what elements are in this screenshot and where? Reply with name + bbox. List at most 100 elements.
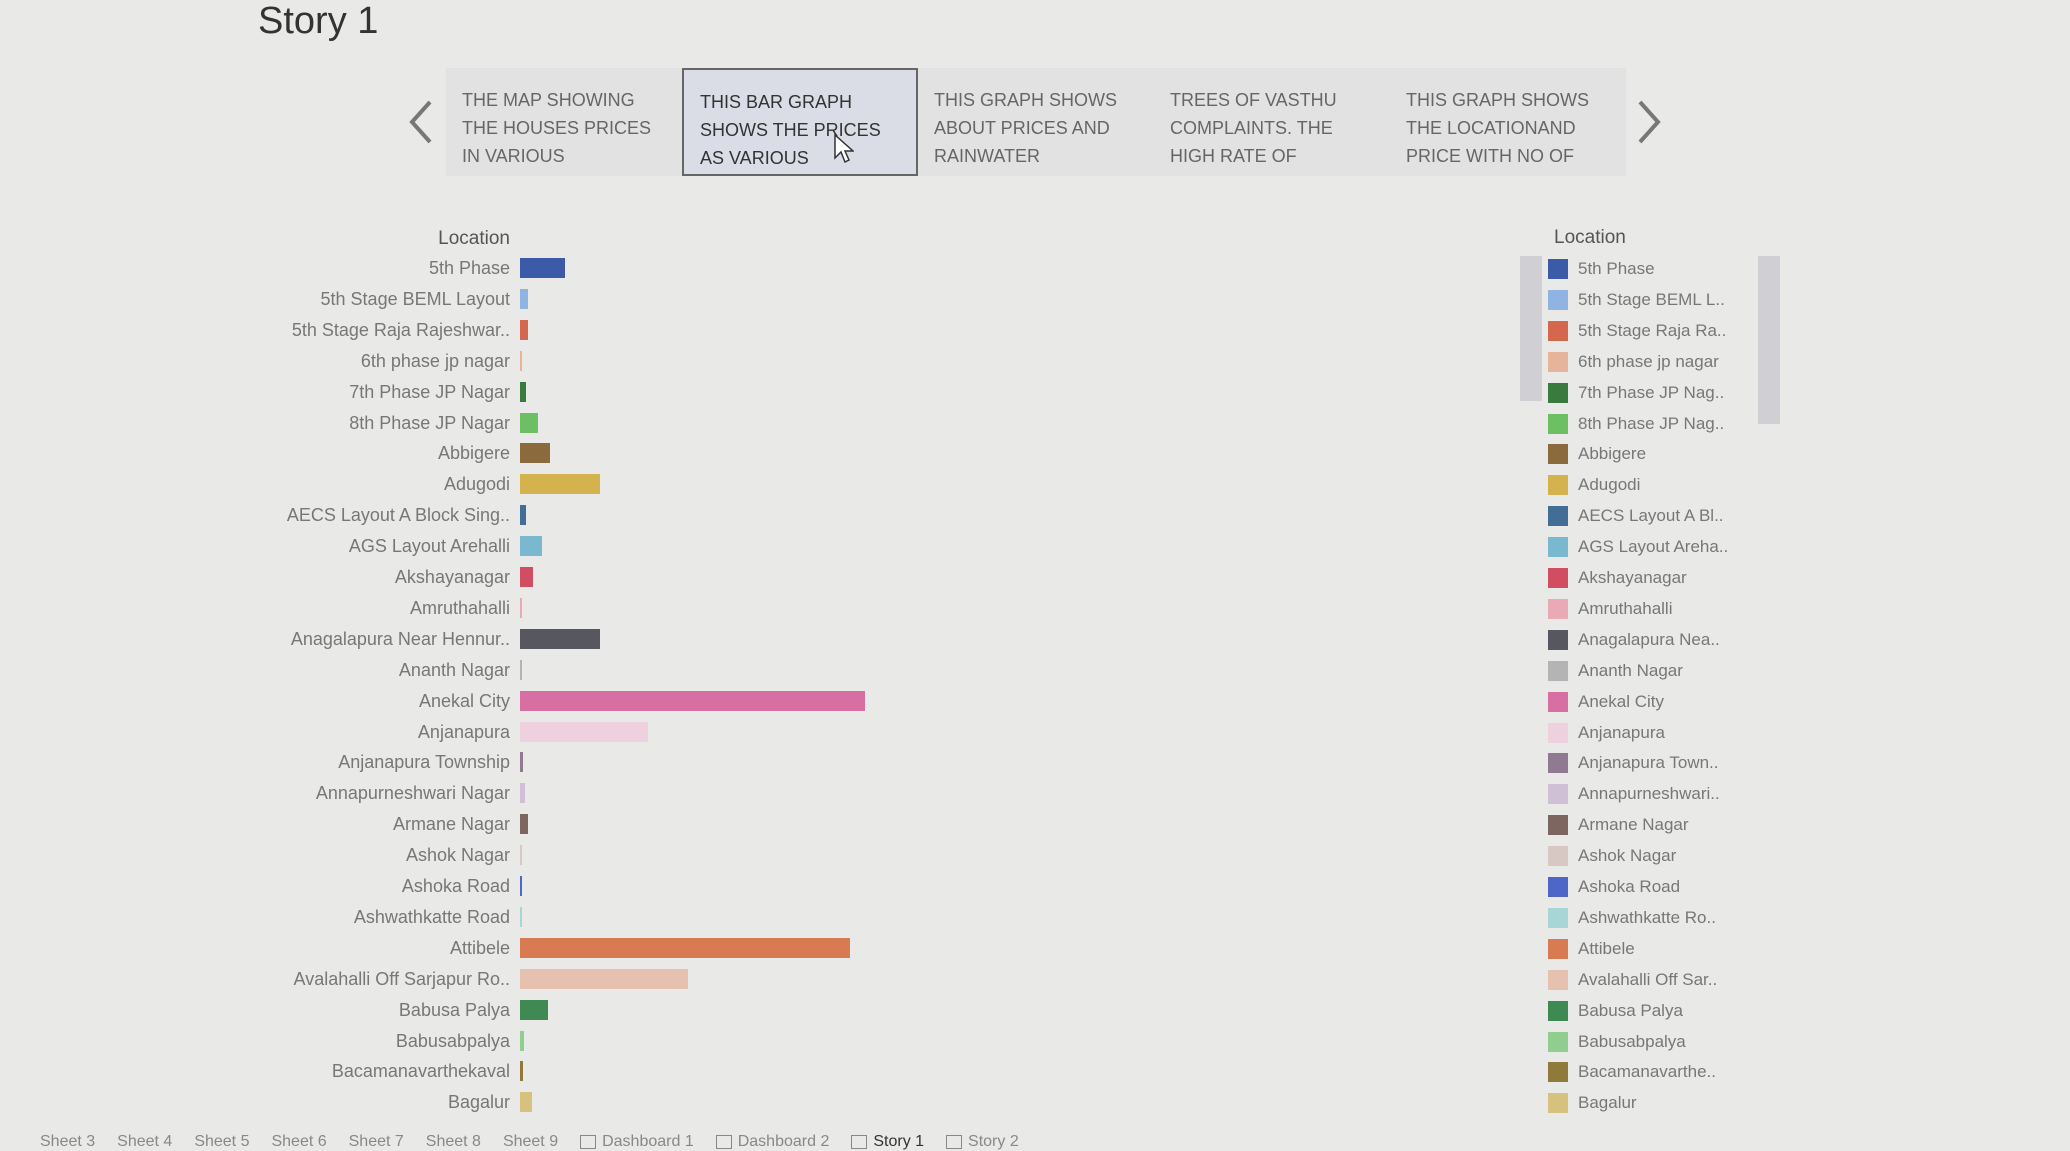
sheet-tab[interactable]: Sheet 6	[271, 1132, 326, 1151]
story-point-5[interactable]: THIS GRAPH SHOWS THE LOCATIONAND PRICE W…	[1390, 68, 1626, 176]
legend-item[interactable]: 5th Stage Raja Ra..	[1548, 320, 1726, 342]
bar[interactable]	[520, 937, 850, 958]
bar[interactable]	[520, 690, 865, 711]
bar[interactable]	[520, 752, 523, 773]
sheet-tab[interactable]: Sheet 7	[349, 1132, 404, 1151]
category-label: Ashok Nagar	[405, 845, 510, 866]
bar[interactable]	[520, 505, 526, 526]
category-label: Armane Nagar	[392, 814, 510, 835]
category-label: Anekal City	[418, 690, 510, 711]
bar[interactable]	[520, 597, 522, 618]
legend-item[interactable]: Abbigere	[1548, 443, 1646, 465]
bar[interactable]	[520, 999, 548, 1020]
legend-item[interactable]: 5th Stage BEML L..	[1548, 289, 1725, 311]
bar[interactable]	[520, 258, 565, 278]
bar[interactable]	[520, 628, 600, 649]
bar[interactable]	[520, 1061, 523, 1082]
legend-item[interactable]: Babusabpalya	[1548, 1031, 1686, 1053]
legend-item[interactable]: 6th phase jp nagar	[1548, 351, 1719, 373]
legend-swatch	[1548, 877, 1568, 897]
legend-item[interactable]: Babusa Palya	[1548, 1000, 1683, 1022]
category-label: AGS Layout Arehalli	[348, 536, 510, 557]
legend-item[interactable]: Amruthahalli	[1548, 598, 1673, 620]
bar[interactable]	[520, 288, 528, 309]
bar[interactable]	[520, 350, 522, 371]
bar[interactable]	[520, 845, 522, 866]
legend-item[interactable]: 7th Phase JP Nag..	[1548, 382, 1724, 404]
sheet-tab[interactable]: Sheet 5	[194, 1132, 249, 1151]
mouse-pointer-icon	[834, 133, 855, 164]
sheet-tab[interactable]: Story 2	[946, 1132, 1019, 1151]
category-label: Bagalur	[447, 1092, 510, 1113]
story-point-2[interactable]: THIS BAR GRAPH SHOWS THE PRICES AS VARIO…	[682, 68, 918, 176]
sheet-tab-label: Dashboard 1	[602, 1132, 694, 1150]
category-label: Anjanapura	[417, 721, 510, 742]
legend-scrollbar[interactable]	[1758, 256, 1780, 424]
legend-item[interactable]: Ashwathkatte Ro..	[1548, 907, 1716, 929]
sheet-tab[interactable]: Sheet 4	[117, 1132, 172, 1151]
sheet-tab-label: Sheet 9	[502, 1132, 559, 1150]
category-label: 8th Phase JP Nagar	[349, 412, 510, 433]
legend-item[interactable]: Armane Nagar	[1548, 814, 1689, 836]
legend-swatch	[1548, 938, 1568, 959]
legend-item[interactable]: Bacamanavarthe..	[1548, 1061, 1716, 1083]
bar[interactable]	[520, 474, 600, 495]
legend-item[interactable]: Annapurneshwari..	[1548, 783, 1720, 805]
sheet-tab[interactable]: Sheet 9	[503, 1132, 558, 1151]
chart-scrollbar[interactable]	[1520, 256, 1542, 401]
legend-item[interactable]: 8th Phase JP Nag..	[1548, 413, 1724, 435]
bar[interactable]	[520, 412, 538, 433]
bar[interactable]	[520, 319, 528, 340]
story-point-4[interactable]: TREES OF VASTHU COMPLAINTS. THE HIGH RAT…	[1154, 68, 1390, 176]
legend-item[interactable]: 5th Phase	[1548, 258, 1655, 280]
sheet-tab[interactable]: Dashboard 2	[715, 1132, 829, 1151]
bar[interactable]	[520, 567, 533, 587]
legend-swatch	[1548, 660, 1568, 681]
bar[interactable]	[520, 1030, 524, 1051]
legend-label: Annapurneshwari..	[1578, 784, 1720, 804]
legend-label: Ananth Nagar	[1578, 660, 1683, 680]
legend-item[interactable]: Avalahalli Off Sar..	[1548, 969, 1717, 991]
previous-caption-arrow-icon[interactable]	[398, 92, 442, 152]
legend-item[interactable]: Akshayanagar	[1548, 567, 1687, 589]
sheet-tab[interactable]: Dashboard 1	[580, 1132, 694, 1151]
story-point-3[interactable]: THIS GRAPH SHOWS ABOUT PRICES AND RAINWA…	[918, 68, 1154, 176]
legend-item[interactable]: Ananth Nagar	[1548, 660, 1683, 682]
legend-swatch	[1548, 413, 1568, 434]
legend-item[interactable]: Anjanapura Town..	[1548, 752, 1719, 774]
category-label: Anagalapura Near Hennur..	[290, 628, 510, 649]
story-icon	[946, 1134, 963, 1149]
legend-item[interactable]: Ashoka Road	[1548, 876, 1680, 898]
bar[interactable]	[520, 659, 522, 680]
bar[interactable]	[520, 906, 522, 927]
bar[interactable]	[520, 968, 688, 989]
legend-swatch	[1548, 969, 1568, 990]
legend-label: Akshayanagar	[1578, 568, 1687, 587]
category-label: 5th Stage BEML Layout	[320, 288, 510, 309]
legend-swatch	[1548, 289, 1568, 310]
bar[interactable]	[520, 783, 525, 804]
next-caption-arrow-icon[interactable]	[1628, 92, 1672, 152]
legend-item[interactable]: Adugodi	[1548, 474, 1640, 496]
legend-item[interactable]: AGS Layout Areha..	[1548, 536, 1728, 558]
sheet-tab[interactable]: Sheet 8	[426, 1132, 481, 1151]
bar[interactable]	[520, 381, 526, 402]
bar[interactable]	[520, 721, 648, 742]
bar[interactable]	[520, 876, 522, 896]
legend-item[interactable]: Anjanapura	[1548, 722, 1665, 744]
legend-label: Ashwathkatte Ro..	[1578, 907, 1716, 927]
bar[interactable]	[520, 814, 528, 835]
sheet-tab[interactable]: Story 1	[851, 1132, 924, 1151]
legend-item[interactable]: Anekal City	[1548, 691, 1664, 713]
bar[interactable]	[520, 536, 542, 557]
sheet-tab[interactable]: Sheet 3	[40, 1132, 95, 1151]
legend-item[interactable]: Bagalur	[1548, 1092, 1637, 1114]
legend-item[interactable]: Ashok Nagar	[1548, 845, 1676, 867]
story-point-1[interactable]: THE MAP SHOWING THE HOUSES PRICES IN VAR…	[446, 68, 682, 176]
legend-label: 8th Phase JP Nag..	[1578, 413, 1725, 433]
legend-item[interactable]: Attibele	[1548, 938, 1635, 960]
bar[interactable]	[520, 443, 550, 464]
legend-item[interactable]: AECS Layout A Bl..	[1548, 505, 1724, 527]
legend-item[interactable]: Anagalapura Nea..	[1548, 629, 1720, 651]
bar[interactable]	[520, 1092, 532, 1113]
